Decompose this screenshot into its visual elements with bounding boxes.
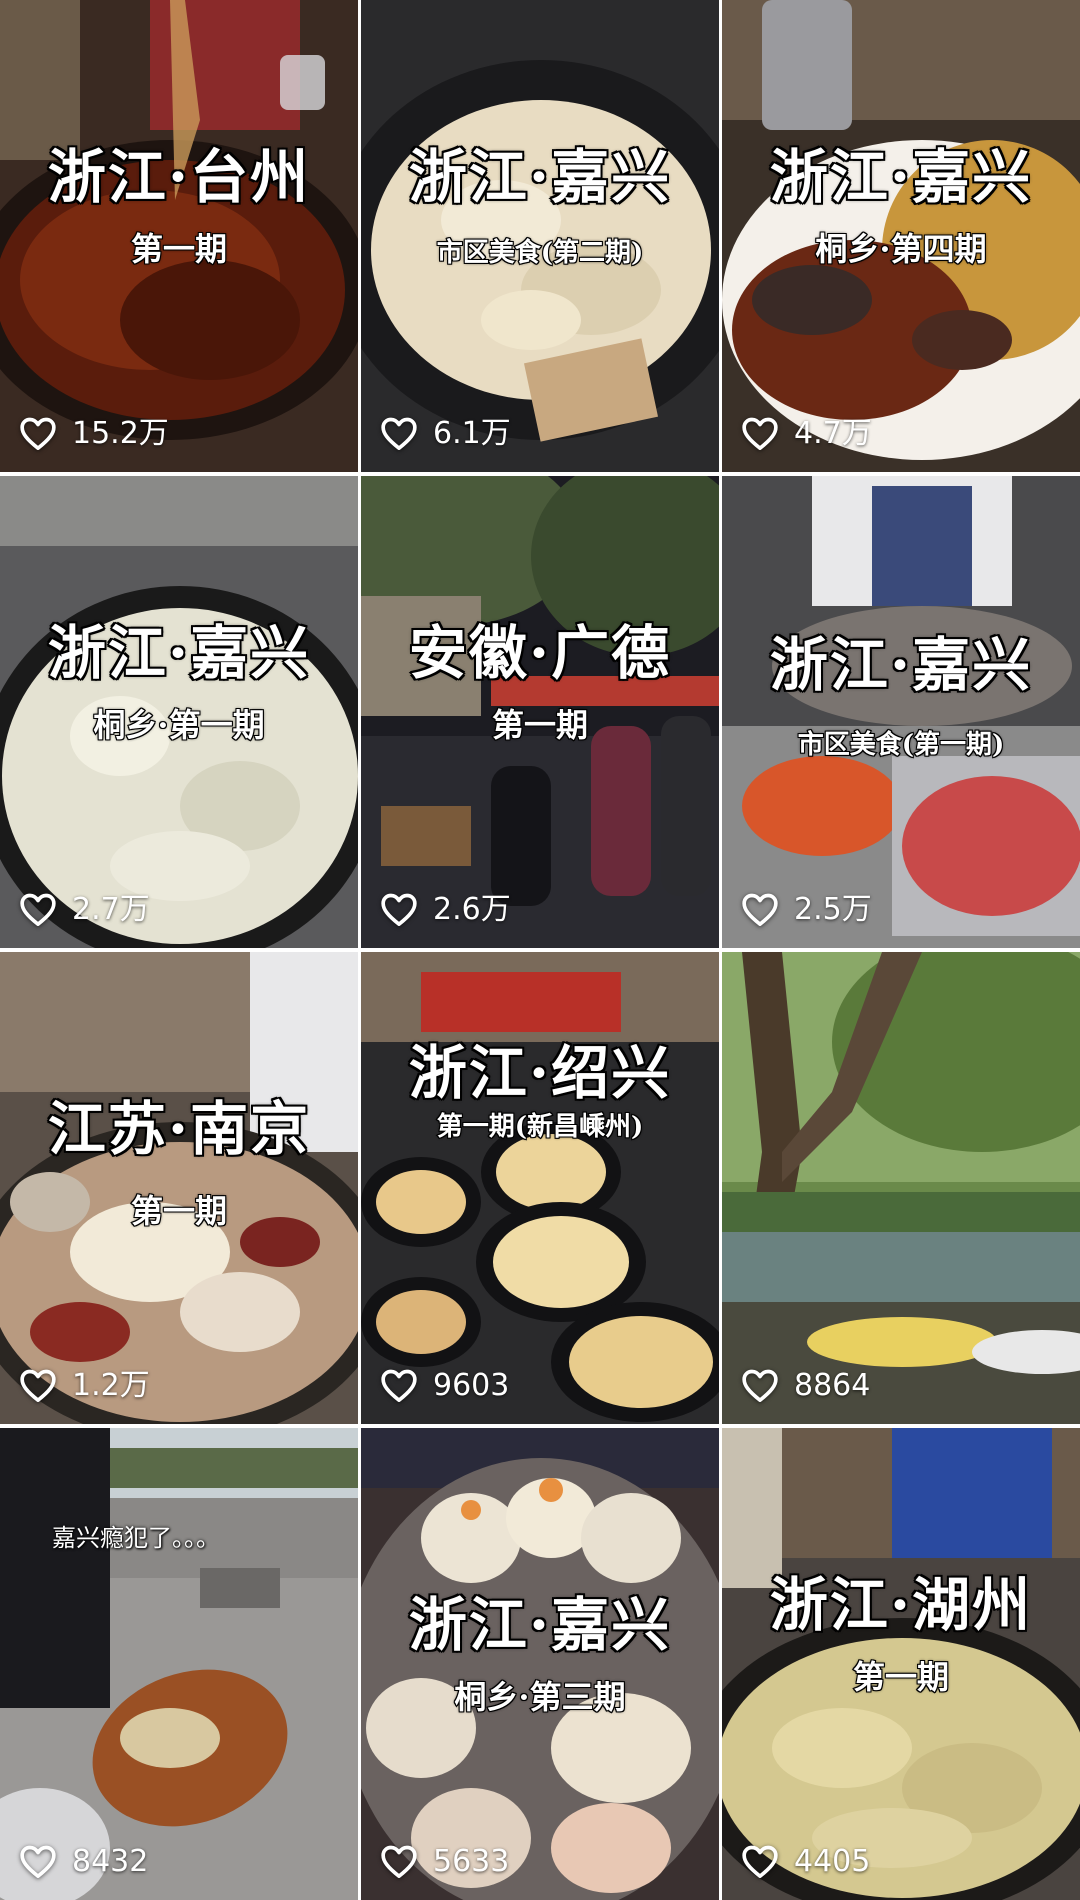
like-count: 15.2万: [18, 414, 169, 454]
thumbnail-image: [361, 1428, 719, 1900]
like-count-value: 9603: [433, 1368, 510, 1403]
like-count: 8864: [740, 1366, 870, 1406]
video-tile-12[interactable]: 浙江·湖州 第一期 4405: [722, 1428, 1080, 1900]
video-tile-8[interactable]: 浙江·绍兴 第一期(新昌嵊州) 9603: [361, 952, 719, 1424]
like-count-value: 15.2万: [72, 416, 169, 451]
heart-outline-icon: [20, 893, 56, 926]
video-title: 安徽·广德: [407, 619, 672, 687]
video-tile-3[interactable]: 浙江·嘉兴 桐乡·第四期 4.7万: [722, 0, 1080, 472]
video-title: 浙江·嘉兴: [768, 631, 1033, 699]
like-count-value: 2.5万: [794, 892, 872, 927]
like-count: 1.2万: [18, 1366, 150, 1406]
video-title: 浙江·嘉兴: [407, 1591, 672, 1659]
video-subtitle: 桐乡·第一期: [92, 706, 265, 744]
thumbnail-image: [0, 1428, 358, 1900]
video-title: 浙江·嘉兴: [768, 143, 1033, 211]
video-subtitle: 桐乡·第四期: [814, 230, 987, 268]
like-count-value: 2.6万: [433, 892, 511, 927]
video-subtitle: 桐乡·第三期: [453, 1678, 626, 1716]
video-title: 浙江·台州: [46, 143, 311, 211]
heart-outline-icon: [742, 1369, 778, 1402]
video-tile-6[interactable]: 浙江·嘉兴 市区美食(第一期) 2.5万: [722, 476, 1080, 948]
video-tile-7[interactable]: 江苏·南京 第一期 1.2万: [0, 952, 358, 1424]
video-title: 浙江·湖州: [768, 1571, 1033, 1639]
heart-outline-icon: [381, 417, 417, 450]
like-count: 2.5万: [740, 890, 872, 930]
like-count: 8432: [18, 1842, 148, 1882]
like-count-value: 6.1万: [433, 416, 511, 451]
heart-outline-icon: [20, 1369, 56, 1402]
video-title: 浙江·绍兴: [407, 1039, 672, 1107]
heart-outline-icon: [381, 1845, 417, 1878]
like-count-value: 5633: [433, 1844, 510, 1879]
video-subtitle: 第一期(新昌嵊州): [436, 1112, 645, 1142]
thumbnail-image: [0, 952, 358, 1424]
heart-outline-icon: [742, 893, 778, 926]
video-subtitle: 第一期: [130, 230, 228, 268]
heart-outline-icon: [381, 1369, 417, 1402]
video-tile-5[interactable]: 安徽·广德 第一期 2.6万: [361, 476, 719, 948]
like-count: 2.7万: [18, 890, 150, 930]
video-title: 浙江·嘉兴: [407, 143, 672, 211]
video-subtitle: 市区美食(第一期): [797, 730, 1006, 760]
like-count: 4405: [740, 1842, 870, 1882]
like-count: 5633: [379, 1842, 509, 1882]
video-caption: 嘉兴瘾犯了。。。: [52, 1524, 220, 1552]
like-count-value: 4.7万: [794, 416, 872, 451]
video-tile-2[interactable]: 浙江·嘉兴 市区美食(第二期) 6.1万: [361, 0, 719, 472]
like-count: 6.1万: [379, 414, 511, 454]
like-count-value: 2.7万: [72, 892, 150, 927]
video-subtitle: 市区美食(第二期): [436, 238, 645, 268]
heart-outline-icon: [20, 1845, 56, 1878]
heart-outline-icon: [742, 417, 778, 450]
heart-outline-icon: [742, 1845, 778, 1878]
thumbnail-image: [722, 476, 1080, 948]
like-count-value: 8864: [794, 1368, 871, 1403]
video-tile-1[interactable]: 浙江·台州 第一期 15.2万: [0, 0, 358, 472]
video-tile-4[interactable]: 浙江·嘉兴 桐乡·第一期 2.7万: [0, 476, 358, 948]
like-count: 9603: [379, 1366, 509, 1406]
like-count: 2.6万: [379, 890, 511, 930]
video-title: 浙江·嘉兴: [46, 619, 311, 687]
video-tile-11[interactable]: 浙江·嘉兴 桐乡·第三期 5633: [361, 1428, 719, 1900]
like-count-value: 8432: [72, 1844, 149, 1879]
video-title: 江苏·南京: [46, 1095, 311, 1163]
thumbnail-image: [722, 952, 1080, 1424]
like-count: 4.7万: [740, 414, 872, 454]
thumbnail-image: [361, 952, 719, 1424]
video-subtitle: 第一期: [130, 1192, 228, 1230]
heart-outline-icon: [20, 417, 56, 450]
video-subtitle: 第一期: [491, 706, 589, 744]
like-count-value: 4405: [794, 1844, 871, 1879]
video-tile-10[interactable]: 嘉兴瘾犯了。。。 8432: [0, 1428, 358, 1900]
video-subtitle: 第一期: [852, 1658, 950, 1696]
heart-outline-icon: [381, 893, 417, 926]
like-count-value: 1.2万: [72, 1368, 150, 1403]
video-grid: 浙江·台州 第一期 15.2万 浙江·嘉兴 市区美食(第二期) 6.1万 浙江·…: [0, 0, 1080, 1900]
video-tile-9[interactable]: 8864: [722, 952, 1080, 1424]
thumbnail-image: [361, 0, 719, 472]
